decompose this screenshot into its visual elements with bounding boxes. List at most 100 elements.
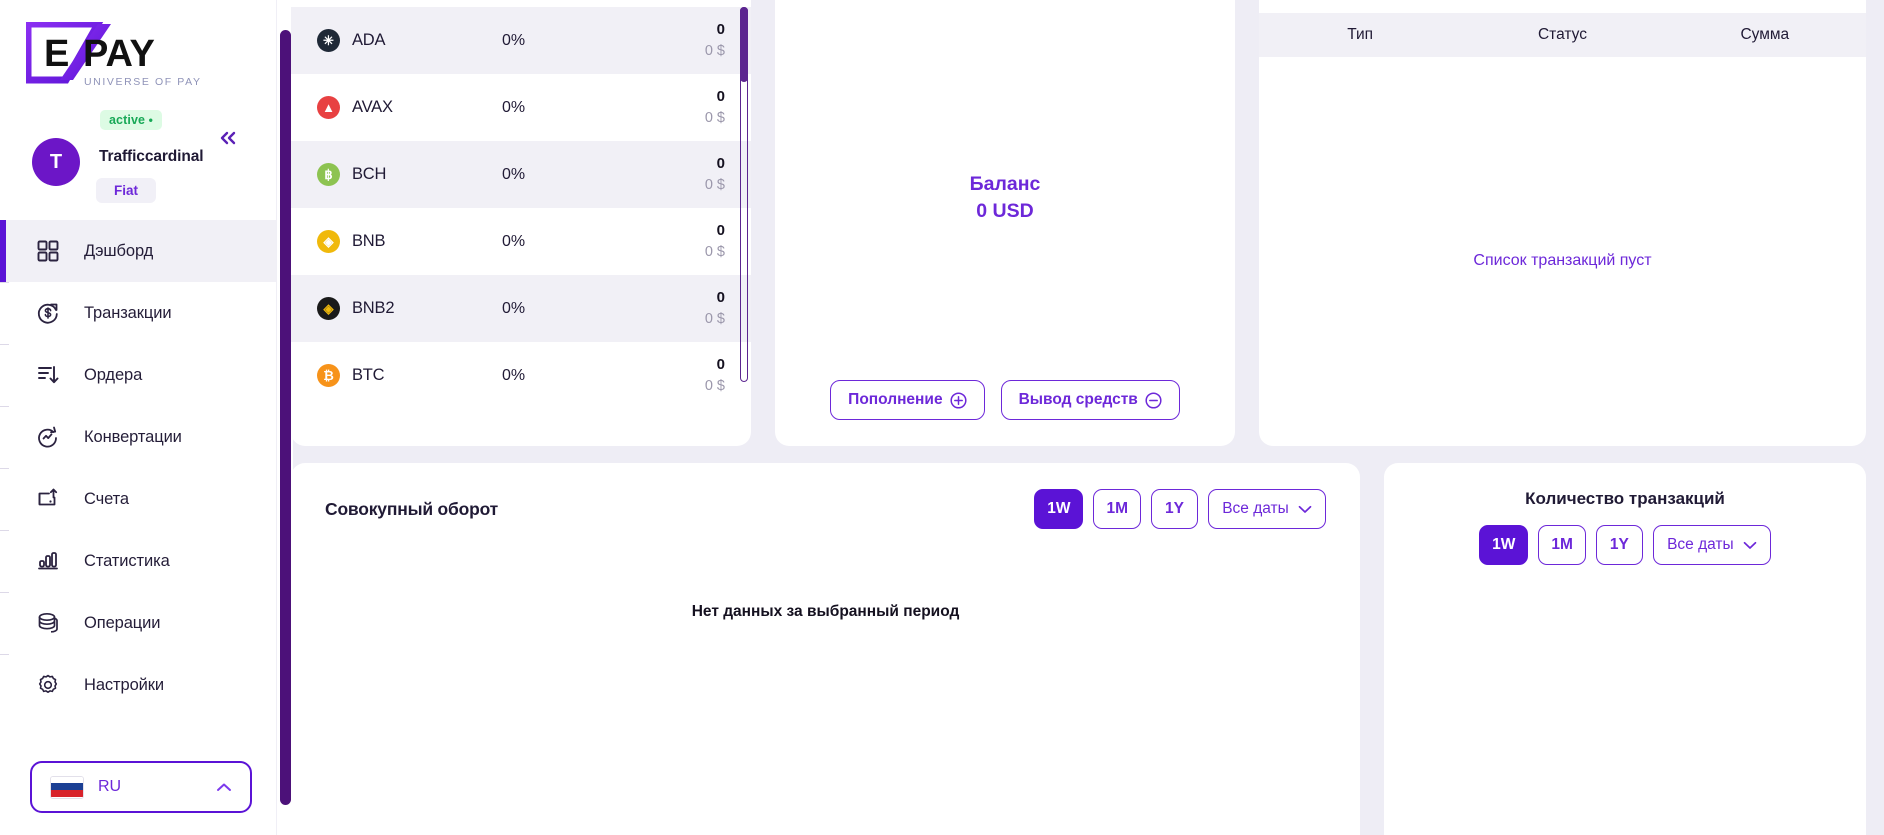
turnover-empty-message: Нет данных за выбранный период — [691, 603, 960, 620]
count-range-1w[interactable]: 1W — [1479, 525, 1529, 565]
gear-icon — [34, 671, 62, 699]
withdraw-button-label: Вывод средств — [1018, 391, 1138, 408]
coin-amount-group: 0 0 $ — [705, 288, 725, 329]
column-header-type: Тип — [1347, 26, 1374, 43]
coin-amount-usd: 0 $ — [704, 42, 725, 59]
turnover-range-1m[interactable]: 1M — [1093, 489, 1141, 529]
transactions-empty-message: Список транзакций пуст — [1473, 252, 1652, 269]
turnover-chart-card: Совокупный оборот 1W 1M 1Y Все даты Нет … — [291, 463, 1360, 835]
coin-logo-icon: ฿ — [317, 163, 340, 186]
status-badge-label: active — [109, 113, 146, 127]
sidebar-item-operations[interactable]: Операции — [0, 592, 276, 654]
coin-row[interactable]: ◈ BNB2 0% 0 0 $ — [291, 275, 751, 342]
coins-list[interactable]: ✳ ADA 0% 0 0 $ ▲ AVAX 0% 0 0 $ ฿ BCH 0% … — [291, 7, 751, 446]
turnover-all-dates-label: Все даты — [1222, 500, 1289, 517]
chevron-down-icon — [1743, 541, 1757, 549]
coin-percent: 0% — [502, 299, 526, 317]
turnover-range-1w[interactable]: 1W — [1034, 489, 1084, 529]
coin-row[interactable]: ▲ AVAX 0% 0 0 $ — [291, 74, 751, 141]
sidebar-item-dashboard[interactable]: Дэшборд — [0, 220, 276, 282]
sidebar-item-accounts[interactable]: Счета — [0, 468, 276, 530]
profile-name: Trafficcardinal — [99, 148, 204, 165]
coin-amount: 0 — [716, 289, 725, 307]
sidebar: E PAY UNIVERSE OF PAYMENTS active • T Tr… — [0, 0, 277, 835]
dollar-arrow-icon — [34, 299, 62, 327]
coin-row[interactable]: ◈ BNB 0% 0 0 $ — [291, 208, 751, 275]
coin-amount-group: 0 0 $ — [705, 87, 725, 128]
main-content: Trafficcardinal ✳ — [277, 0, 1884, 835]
coin-row[interactable]: ₿ BTC 0% 0 0 $ — [291, 342, 751, 409]
column-header-amount: Сумма — [1740, 26, 1790, 43]
coin-percent: 0% — [502, 98, 526, 116]
coins-card-header: Trafficcardinal — [291, 0, 751, 7]
coins-balances-card: Trafficcardinal ✳ — [291, 0, 751, 446]
coin-amount-group: 0 0 $ — [705, 355, 725, 396]
withdraw-button[interactable]: Вывод средств — [1000, 380, 1180, 420]
sidebar-item-statistics[interactable]: Статистика — [0, 530, 276, 592]
coin-logo-icon: ◈ — [317, 297, 340, 320]
coin-logo-icon: ◈ — [317, 230, 340, 253]
deposit-button[interactable]: Пополнение — [830, 380, 985, 420]
turnover-title: Совокупный оборот — [325, 498, 499, 519]
sidebar-item-label: Операции — [84, 613, 161, 632]
balance-actions: Пополнение Вывод средств — [775, 380, 1235, 420]
status-dot-icon: • — [148, 113, 153, 127]
coins-list-scrollbar[interactable] — [740, 7, 748, 382]
count-range-1y[interactable]: 1Y — [1595, 525, 1643, 565]
plus-circle-icon — [950, 391, 967, 409]
svg-text:PAY: PAY — [83, 33, 155, 75]
turnover-range-1y[interactable]: 1Y — [1151, 489, 1198, 529]
coin-symbol: BCH — [352, 165, 387, 183]
coins-list-scrollbar-thumb[interactable] — [740, 7, 748, 82]
transactions-count-card: Количество транзакций 1W 1M 1Y Все даты … — [1384, 463, 1866, 835]
language-selector[interactable]: RU — [30, 761, 252, 813]
expay-logo-icon: E PAY UNIVERSE OF PAYMENTS — [26, 22, 202, 88]
balance-summary: Баланс 0 USD — [775, 171, 1235, 226]
coin-percent: 0% — [502, 232, 526, 250]
coins-icon — [34, 609, 62, 637]
refresh-chart-icon — [34, 423, 62, 451]
coin-symbol: BNB — [352, 232, 386, 250]
coin-logo-icon: ₿ — [317, 364, 340, 387]
transactions-table-header: Тип Статус Сумма — [1259, 13, 1866, 57]
coin-amount: 0 — [716, 222, 725, 240]
coin-row[interactable]: ฿ BCH 0% 0 0 $ — [291, 141, 751, 208]
coin-amount-usd: 0 $ — [704, 310, 725, 327]
svg-text:UNIVERSE OF PAYMENTS: UNIVERSE OF PAYMENTS — [84, 76, 202, 88]
sidebar-item-label: Настройки — [84, 675, 165, 694]
sidebar-item-conversions[interactable]: Конвертации — [0, 406, 276, 468]
coin-amount: 0 — [716, 88, 725, 106]
coin-amount: 0 — [716, 155, 725, 173]
avatar: T — [32, 138, 80, 186]
sidebar-item-orders[interactable]: Ордера — [0, 344, 276, 406]
coin-symbol: ADA — [352, 31, 386, 49]
sidebar-item-settings[interactable]: Настройки — [0, 654, 276, 716]
coin-percent: 0% — [502, 165, 526, 183]
russia-flag-icon — [50, 775, 84, 799]
coin-row[interactable]: ✳ ADA 0% 0 0 $ — [291, 7, 751, 74]
balance-card: Баланс 0 USD Баланс 0 USD Пополнение Выв… — [775, 0, 1235, 446]
grid-icon — [34, 237, 62, 265]
coin-logo-icon: ▲ — [317, 96, 340, 119]
count-range-1m[interactable]: 1M — [1538, 525, 1586, 565]
count-all-dates-button[interactable]: Все даты — [1652, 525, 1771, 565]
sidebar-item-transactions[interactable]: Транзакции — [0, 282, 276, 344]
status-badge: active • — [100, 110, 162, 130]
sidebar-item-label: Ордера — [84, 365, 143, 384]
brand-logo[interactable]: E PAY UNIVERSE OF PAYMENTS — [0, 0, 276, 96]
top-cards-row: Trafficcardinal ✳ — [291, 0, 1866, 446]
column-header-status: Статус — [1537, 26, 1587, 43]
balance-label: Баланс — [969, 173, 1041, 195]
profile-block[interactable]: active • T Trafficcardinal Fiat — [0, 96, 276, 214]
sidebar-item-label: Дэшборд — [84, 241, 154, 260]
sidebar-item-label: Транзакции — [84, 303, 172, 322]
transactions-count-range-selector: 1W 1M 1Y Все даты — [1384, 509, 1866, 565]
page-scrollbar-thumb[interactable] — [280, 30, 291, 805]
language-code: RU — [98, 778, 122, 795]
coin-amount: 0 — [716, 21, 725, 39]
transactions-count-title: Количество транзакций — [1525, 489, 1725, 508]
turnover-all-dates-button[interactable]: Все даты — [1208, 489, 1326, 529]
coin-symbol: AVAX — [352, 98, 393, 116]
account-type-badge[interactable]: Fiat — [96, 178, 157, 203]
coin-symbol: BNB2 — [352, 299, 395, 317]
